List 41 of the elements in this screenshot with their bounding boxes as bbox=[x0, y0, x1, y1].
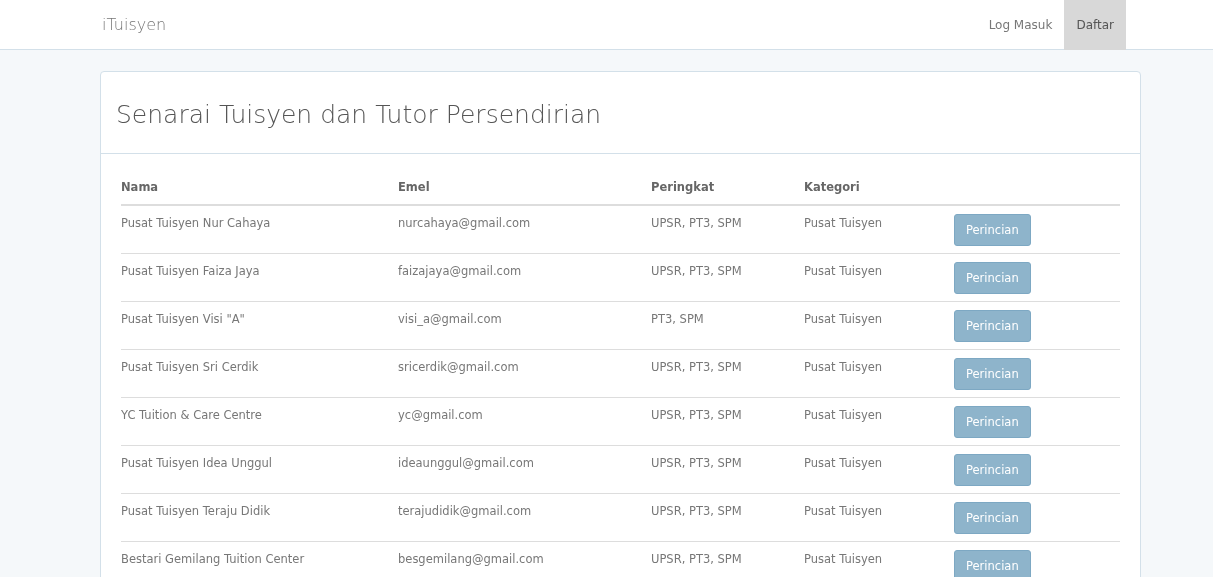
table-cell: YC Tuition & Care Centre bbox=[121, 397, 398, 446]
table-cell: Pusat Tuisyen Faiza Jaya bbox=[121, 253, 398, 302]
table-cell: faizajaya@gmail.com bbox=[398, 253, 651, 302]
table-cell: Bestari Gemilang Tuition Center bbox=[121, 541, 398, 577]
nav-link[interactable]: Daftar bbox=[1064, 0, 1126, 50]
table-cell: UPSR, PT3, SPM bbox=[651, 349, 804, 398]
table-cell: Pusat Tuisyen Visi "A" bbox=[121, 301, 398, 350]
details-button[interactable]: Perincian bbox=[954, 454, 1031, 486]
panel-title: Senarai Tuisyen dan Tutor Persendirian bbox=[116, 100, 603, 129]
table-cell: Pusat Tuisyen Sri Cerdik bbox=[121, 349, 398, 398]
table-cell: ideaunggul@gmail.com bbox=[398, 445, 651, 494]
table-cell: PT3, SPM bbox=[651, 301, 804, 350]
column-header: Emel bbox=[398, 169, 651, 205]
details-button[interactable]: Perincian bbox=[954, 406, 1031, 438]
table-cell: UPSR, PT3, SPM bbox=[651, 253, 804, 302]
column-header: Peringkat bbox=[651, 169, 804, 205]
details-button[interactable]: Perincian bbox=[954, 358, 1031, 390]
brand-link[interactable]: iTuisyen bbox=[102, 15, 167, 34]
table-cell: terajudidik@gmail.com bbox=[398, 493, 651, 542]
table-cell: Pusat Tuisyen Teraju Didik bbox=[121, 493, 398, 542]
details-button[interactable]: Perincian bbox=[954, 550, 1031, 577]
details-button[interactable]: Perincian bbox=[954, 262, 1031, 294]
table-cell: yc@gmail.com bbox=[398, 397, 651, 446]
details-button[interactable]: Perincian bbox=[954, 310, 1031, 342]
details-button[interactable]: Perincian bbox=[954, 502, 1031, 534]
table-cell: UPSR, PT3, SPM bbox=[651, 445, 804, 494]
table-cell: sricerdik@gmail.com bbox=[398, 349, 651, 398]
table-cell: besgemilang@gmail.com bbox=[398, 541, 651, 577]
table-cell: UPSR, PT3, SPM bbox=[651, 541, 804, 577]
table-cell: Pusat Tuisyen Idea Unggul bbox=[121, 445, 398, 494]
column-header: Kategori bbox=[804, 169, 954, 205]
table-cell: visi_a@gmail.com bbox=[398, 301, 651, 350]
table-cell: UPSR, PT3, SPM bbox=[651, 493, 804, 542]
table-cell: nurcahaya@gmail.com bbox=[398, 205, 651, 254]
column-header: Nama bbox=[121, 169, 398, 205]
details-button[interactable]: Perincian bbox=[954, 214, 1031, 246]
table-cell: UPSR, PT3, SPM bbox=[651, 397, 804, 446]
table-cell: Pusat Tuisyen bbox=[804, 205, 954, 254]
nav-link[interactable]: Log Masuk bbox=[976, 0, 1065, 50]
table-cell: UPSR, PT3, SPM bbox=[651, 205, 804, 254]
table-cell: Pusat Tuisyen Nur Cahaya bbox=[121, 205, 398, 254]
